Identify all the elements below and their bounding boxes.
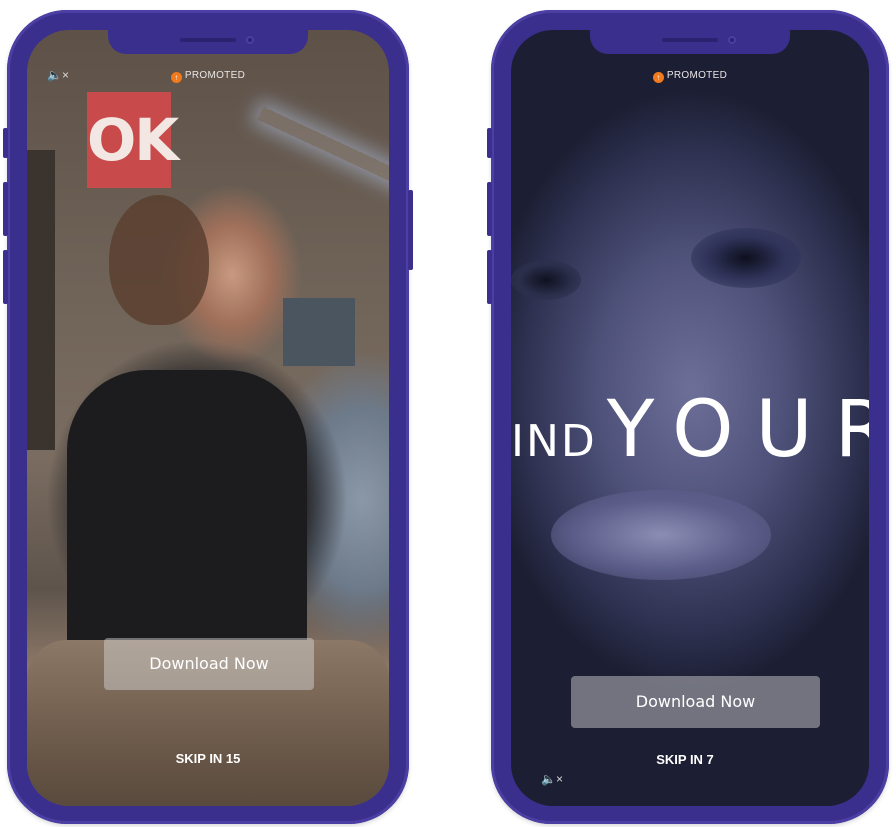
power-button <box>408 190 413 270</box>
ok-poster: OK <box>87 92 179 188</box>
promoted-arrow-icon: ↑ <box>170 72 182 83</box>
front-camera <box>246 36 254 44</box>
overlay-text-word: YOUR <box>606 385 869 475</box>
volume-up-button <box>3 182 8 236</box>
overlay-headline: INDYOUR <box>511 385 869 475</box>
volume-up-button <box>487 182 492 236</box>
lips <box>551 490 771 580</box>
skip-countdown[interactable]: SKIP IN 15 <box>27 751 389 766</box>
download-now-button[interactable]: Download Now <box>571 676 820 728</box>
phone-notch <box>590 30 790 54</box>
volume-down-button <box>3 250 8 304</box>
phone-notch <box>108 30 308 54</box>
hair <box>109 195 209 325</box>
download-now-button[interactable]: Download Now <box>104 638 314 690</box>
speaker-grille <box>662 38 718 42</box>
video-ad-screen[interactable]: ↑PROMOTED INDYOUR Download Now SKIP IN 7… <box>511 30 869 806</box>
speaker-mute-icon: 🔈× <box>541 772 563 786</box>
front-camera <box>728 36 736 44</box>
mute-switch <box>487 128 492 158</box>
video-ad-screen[interactable]: OK 🔈× ↑ PROMOTED Download Now SKIP IN 15 <box>27 30 389 806</box>
speaker-grille <box>180 38 236 42</box>
mute-switch <box>3 128 8 158</box>
wall-photo <box>283 298 355 366</box>
mute-icon[interactable]: 🔈× <box>541 772 563 786</box>
promoted-label: ↑ PROMOTED <box>511 70 869 83</box>
promoted-text: PROMOTED <box>666 70 728 81</box>
door-frame <box>27 150 55 450</box>
phone-mockup-right: ↑PROMOTED INDYOUR Download Now SKIP IN 7… <box>487 10 889 824</box>
volume-down-button <box>487 250 492 304</box>
string-lights <box>257 106 389 188</box>
left-eye <box>511 260 581 300</box>
promoted-text: PROMOTED <box>184 70 246 81</box>
right-eye <box>691 228 801 288</box>
promoted-label: ↑ PROMOTED <box>27 70 389 83</box>
phone-mockup-left: OK 🔈× ↑ PROMOTED Download Now SKIP IN 15 <box>3 10 413 824</box>
promoted-arrow-icon: ↑ <box>652 72 664 83</box>
black-top <box>67 370 307 660</box>
overlay-text-fragment: IND <box>511 416 597 467</box>
ok-poster-text: OK <box>87 106 179 174</box>
skip-countdown[interactable]: SKIP IN 7 <box>511 752 869 767</box>
